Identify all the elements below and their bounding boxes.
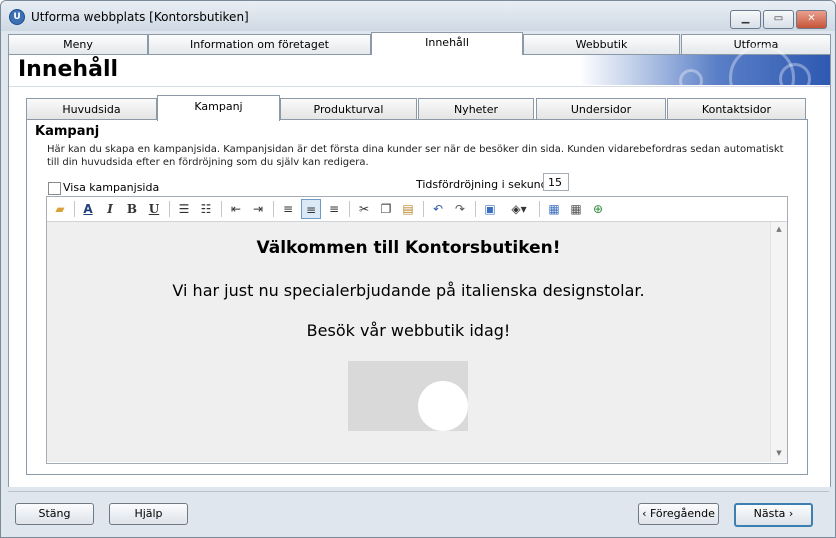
table-properties-icon[interactable]: ▦ <box>566 199 586 219</box>
outdent-icon[interactable]: ⇤ <box>226 199 246 219</box>
insert-link-icon[interactable]: ⊕ <box>588 199 608 219</box>
tab-information-om-foretaget[interactable]: Information om företaget <box>148 34 371 54</box>
align-left-icon[interactable]: ≡ <box>278 199 298 219</box>
paste-icon[interactable]: ▤ <box>398 199 418 219</box>
undo-icon[interactable]: ↶ <box>428 199 448 219</box>
tab-innehall[interactable]: Innehåll <box>371 32 523 55</box>
scroll-up-icon[interactable]: ▲ <box>771 222 787 236</box>
align-center-icon[interactable]: ≡ <box>301 199 321 219</box>
subtab-produkturval[interactable]: Produkturval <box>280 98 417 120</box>
editor-heading: Välkommen till Kontorsbutiken! <box>256 238 561 258</box>
window-title: Utforma webbplats [Kontorsbutiken] <box>31 10 249 24</box>
section-description: Här kan du skapa en kampanjsida. Kampanj… <box>47 144 784 168</box>
insert-table-icon[interactable]: ▦ <box>544 199 564 219</box>
insert-image-icon[interactable]: ▣ <box>480 199 500 219</box>
header-divider <box>9 86 830 87</box>
next-button[interactable]: Nästa › <box>734 503 813 527</box>
editor-image-placeholder[interactable] <box>348 361 468 431</box>
help-button[interactable]: Hjälp <box>109 503 188 525</box>
subtab-nyheter[interactable]: Nyheter <box>418 98 534 120</box>
show-campaign-label[interactable]: Visa kampanjsida <box>63 181 159 194</box>
close-window-button[interactable]: ✕ <box>796 10 827 29</box>
editor-content-area[interactable]: Välkommen till Kontorsbutiken! Vi har ju… <box>47 222 770 462</box>
scroll-down-icon[interactable]: ▼ <box>771 446 787 460</box>
header-banner-image <box>579 45 830 111</box>
italic-icon[interactable]: I <box>100 199 120 219</box>
bullet-list-icon[interactable]: ☷ <box>196 199 216 219</box>
content-panel: Innehåll Huvudsida Kampanj Produkturval … <box>8 45 831 488</box>
editor-offer-text: Vi har just nu specialerbjudande på ital… <box>172 281 645 300</box>
copy-icon[interactable]: ❐ <box>376 199 396 219</box>
minimize-button[interactable]: ▁ <box>730 10 761 29</box>
main-tab-bar: Meny Information om företaget Innehåll W… <box>8 32 831 55</box>
previous-button[interactable]: ‹ Föregående <box>638 503 719 525</box>
app-logo-icon: U <box>9 9 25 25</box>
tab-webbutik[interactable]: Webbutik <box>523 34 680 54</box>
footer-divider <box>8 491 829 492</box>
align-right-icon[interactable]: ≡ <box>324 199 344 219</box>
redo-icon[interactable]: ↷ <box>450 199 470 219</box>
page-title: Innehåll <box>18 57 119 82</box>
subtab-huvudsida[interactable]: Huvudsida <box>26 98 157 120</box>
app-window: U Utforma webbplats [Kontorsbutiken] ▁ ▭… <box>0 0 836 538</box>
underline-icon[interactable]: U <box>144 199 164 219</box>
tab-meny[interactable]: Meny <box>8 34 148 54</box>
campaign-panel: Kampanj Här kan du skapa en kampanjsida.… <box>26 119 808 475</box>
title-bar[interactable]: U Utforma webbplats [Kontorsbutiken] ▁ ▭… <box>1 1 835 31</box>
font-icon[interactable]: A <box>78 199 98 219</box>
sub-tab-bar: Huvudsida Kampanj Produkturval Nyheter U… <box>26 95 808 121</box>
delay-seconds-input[interactable]: 15 <box>543 173 569 191</box>
subtab-kampanj[interactable]: Kampanj <box>157 95 280 121</box>
open-folder-icon[interactable]: ▰ <box>50 199 70 219</box>
editor-scrollbar[interactable]: ▲ ▼ <box>770 222 787 462</box>
subtab-kontaktsidor[interactable]: Kontaktsidor <box>667 98 806 120</box>
indent-icon[interactable]: ⇥ <box>248 199 268 219</box>
subtab-undersidor[interactable]: Undersidor <box>536 98 666 120</box>
close-button[interactable]: Stäng <box>15 503 94 525</box>
section-title: Kampanj <box>35 124 100 139</box>
cut-icon[interactable]: ✂ <box>354 199 374 219</box>
bold-icon[interactable]: B <box>122 199 142 219</box>
fill-color-icon[interactable]: ◈▾ <box>503 199 535 219</box>
editor-visit-text: Besök vår webbutik idag! <box>306 321 511 340</box>
delay-label: Tidsfördröjning i sekunder <box>416 178 559 191</box>
numbered-list-icon[interactable]: ☰ <box>174 199 194 219</box>
rich-text-editor: ▰ A I B U ☰ ☷ ⇤ ⇥ ≡ ≡ ≡ ✂ ❐ ▤ ↶ ↷ ▣ ◈▾ ▦… <box>46 196 788 464</box>
editor-toolbar: ▰ A I B U ☰ ☷ ⇤ ⇥ ≡ ≡ ≡ ✂ ❐ ▤ ↶ ↷ ▣ ◈▾ ▦… <box>47 197 787 222</box>
show-campaign-checkbox[interactable] <box>48 182 61 195</box>
footer-bar: Stäng Hjälp ‹ Föregående Nästa › <box>1 487 835 537</box>
maximize-button[interactable]: ▭ <box>763 10 794 29</box>
